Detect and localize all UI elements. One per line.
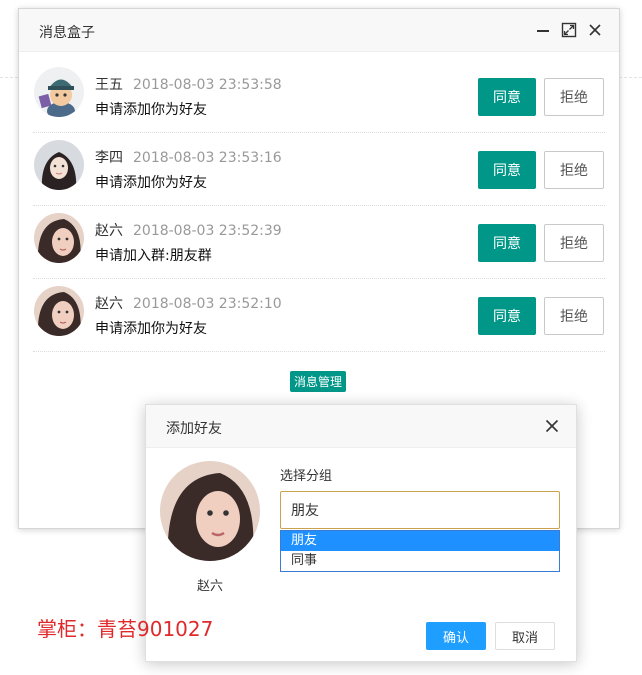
cancel-button[interactable]: 取消 — [495, 622, 555, 650]
avatar[interactable] — [34, 67, 84, 117]
message-manage-link[interactable]: 消息管理 — [290, 371, 347, 392]
refuse-button[interactable]: 拒绝 — [544, 297, 604, 335]
timestamp: 2018-08-03 23:52:10 — [133, 296, 282, 312]
minimize-icon[interactable] — [535, 22, 551, 38]
dialog-titlebar[interactable]: 添加好友 — [146, 405, 576, 448]
refuse-button[interactable]: 拒绝 — [544, 151, 604, 189]
timestamp: 2018-08-03 23:53:16 — [133, 150, 282, 166]
request-text: 申请添加你为好友 — [95, 102, 207, 118]
avatar[interactable] — [34, 286, 84, 336]
close-icon[interactable] — [545, 419, 559, 433]
friend-name: 赵六 — [196, 579, 223, 594]
confirm-button[interactable]: 确认 — [426, 622, 486, 650]
agree-button[interactable]: 同意 — [478, 224, 536, 262]
friend-avatar — [160, 461, 260, 561]
group-select[interactable] — [280, 491, 560, 529]
agree-button[interactable]: 同意 — [478, 78, 536, 116]
maximize-icon[interactable] — [561, 22, 577, 38]
refuse-button[interactable]: 拒绝 — [544, 224, 604, 262]
refuse-button[interactable]: 拒绝 — [544, 78, 604, 116]
timestamp: 2018-08-03 23:53:58 — [133, 77, 282, 93]
message-row: 王五 2018-08-03 23:53:58 申请添加你为好友 同意 拒绝 — [33, 60, 605, 133]
message-box-title: 消息盒子 — [39, 25, 95, 41]
message-row: 赵六 2018-08-03 23:52:39 申请加入群:朋友群 同意 拒绝 — [33, 206, 605, 279]
sender-name: 赵六 — [95, 223, 123, 239]
avatar[interactable] — [34, 213, 84, 263]
group-options: 朋友 同事 — [280, 530, 560, 572]
message-row: 赵六 2018-08-03 23:52:10 申请添加你为好友 同意 拒绝 — [33, 279, 605, 352]
request-text: 申请添加你为好友 — [95, 321, 207, 337]
agree-button[interactable]: 同意 — [478, 151, 536, 189]
group-option[interactable]: 同事 — [281, 551, 559, 571]
group-label: 选择分组 — [280, 469, 333, 484]
timestamp: 2018-08-03 23:52:39 — [133, 223, 282, 239]
request-text: 申请添加你为好友 — [95, 175, 207, 191]
avatar[interactable] — [34, 140, 84, 190]
message-row: 李四 2018-08-03 23:53:16 申请添加你为好友 同意 拒绝 — [33, 133, 605, 206]
sender-name: 李四 — [95, 150, 123, 166]
dialog-title: 添加好友 — [166, 421, 222, 437]
sender-name: 赵六 — [95, 296, 123, 312]
sender-name: 王五 — [95, 77, 123, 93]
group-option[interactable]: 朋友 — [281, 531, 559, 551]
watermark-text: 掌柜：青苔901027 — [37, 617, 214, 641]
message-box-titlebar[interactable]: 消息盒子 — [19, 9, 619, 52]
close-icon[interactable] — [587, 22, 603, 38]
request-text: 申请加入群:朋友群 — [95, 248, 212, 264]
agree-button[interactable]: 同意 — [478, 297, 536, 335]
message-list: 王五 2018-08-03 23:53:58 申请添加你为好友 同意 拒绝 李四 2… — [33, 60, 605, 352]
